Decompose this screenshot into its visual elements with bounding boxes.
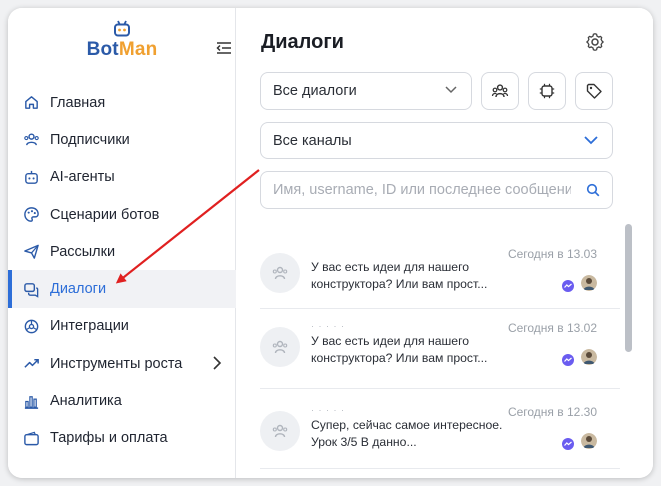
sidebar-item-growth-tools[interactable]: Инструменты роста [8,345,236,382]
sidebar-item-label: AI-агенты [50,169,115,186]
sidebar-item-label: Диалоги [50,281,107,298]
sidebar-item-label: Рассылки [50,243,116,260]
channels-filter-value: Все каналы [273,132,352,149]
messenger-icon [562,354,574,366]
tag-icon [586,83,602,99]
search-icon[interactable] [586,183,600,197]
status-filter-button[interactable] [528,72,566,110]
gear-icon[interactable] [585,32,605,52]
sidebar-item-label: Интеграции [50,318,129,335]
dialog-list-item[interactable]: У вас есть идеи для нашего конструктора?… [238,235,611,307]
wallet-icon [22,429,40,447]
operator-avatar [581,275,597,291]
user-avatar [260,411,300,451]
chat-icon [22,280,40,298]
brand-name: BotMan [82,39,162,61]
user-avatar [260,327,300,367]
search-input[interactable] [261,172,571,208]
divider [260,388,620,389]
messenger-icon [562,280,574,292]
operator-avatar [581,349,597,365]
sidebar-item-label: Главная [50,94,106,111]
dialog-username: · · · · · [311,321,345,331]
dialog-last-message: Супер, сейчас самое интересное. Урок 3/5… [311,418,503,449]
sidebar-item-tariffs[interactable]: Тарифы и оплата [8,420,236,457]
dialog-last-message: У вас есть идеи для нашего конструктора?… [311,334,488,365]
chip-icon [539,83,555,99]
divider [260,468,620,469]
users-icon [22,131,40,149]
palette-icon [22,206,40,224]
brand-part1: Bot [86,39,119,60]
dialog-last-message: У вас есть идеи для нашего конструктора?… [311,260,488,291]
page-title: Диалоги [261,31,344,53]
robot-icon [22,168,40,186]
sidebar-item-integrations[interactable]: Интеграции [8,308,236,345]
sidebar-menu: Главная Подписчики AI-агенты Сценарии бо… [8,84,236,457]
users-icon [272,266,288,280]
home-icon [22,94,40,112]
sidebar-item-label: Подписчики [50,131,130,148]
group-filter-button[interactable] [481,72,519,110]
users-icon [272,340,288,354]
user-avatar [260,253,300,293]
group-icon [491,84,509,98]
sidebar: BotMan Главная Подписчики AI-агенты Сцен… [8,8,236,478]
dialog-list-item[interactable]: · · · · · Супер, сейчас самое интересное… [238,393,611,465]
search-field[interactable] [260,171,613,209]
paper-plane-icon [22,243,40,261]
sidebar-item-label: Тарифы и оплата [50,430,168,447]
chevron-down-icon [445,86,457,94]
integrations-icon [22,317,40,335]
sidebar-item-ai-agents[interactable]: AI-агенты [8,159,236,196]
sidebar-item-dialogs[interactable]: Диалоги [8,270,236,309]
chevron-down-icon [584,135,598,144]
messenger-icon [562,438,574,450]
logo[interactable]: BotMan [82,20,162,61]
sidebar-item-label: Инструменты роста [50,355,183,372]
trend-up-icon [22,355,40,373]
dialog-username: · · · · · [311,405,345,415]
sidebar-item-subscribers[interactable]: Подписчики [8,121,236,158]
collapse-sidebar-icon[interactable] [214,38,234,58]
sidebar-item-bot-scenarios[interactable]: Сценарии ботов [8,196,236,233]
sidebar-item-analytics[interactable]: Аналитика [8,382,236,419]
sidebar-item-label: Аналитика [50,393,122,410]
bar-chart-icon [22,392,40,410]
dialog-time: Сегодня в 12.30 [507,405,597,419]
chevron-right-icon[interactable] [212,356,222,370]
brand-part2: Man [118,39,158,60]
dialog-time: Сегодня в 13.02 [507,321,597,335]
sidebar-item-broadcasts[interactable]: Рассылки [8,233,236,270]
users-icon [272,424,288,438]
dialog-list-item[interactable]: · · · · · У вас есть идеи для нашего кон… [238,309,611,381]
sidebar-item-home[interactable]: Главная [8,84,236,121]
bot-logo-icon [114,20,130,37]
dialogs-filter-select[interactable]: Все диалоги [260,72,472,110]
dialog-time: Сегодня в 13.03 [507,247,597,261]
sidebar-item-label: Сценарии ботов [50,206,160,223]
operator-avatar [581,433,597,449]
scrollbar-thumb[interactable] [625,224,632,352]
tag-filter-button[interactable] [575,72,613,110]
channels-filter-select[interactable]: Все каналы [260,122,613,159]
dialogs-filter-value: Все диалоги [273,83,357,99]
